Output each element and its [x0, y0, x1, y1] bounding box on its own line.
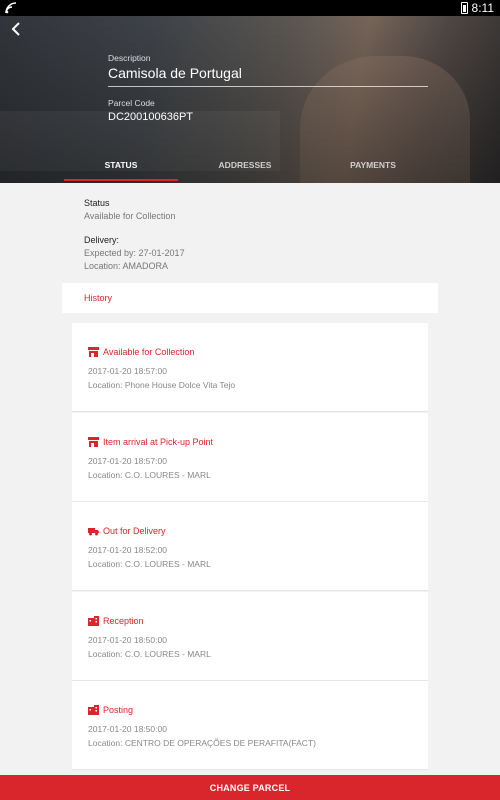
history-item-location: Location: CENTRO DE OPERAÇÕES DE PERAFIT…	[88, 738, 316, 748]
tab-payments-label: PAYMENTS	[350, 160, 396, 170]
battery-icon	[461, 2, 468, 14]
building-icon	[88, 705, 99, 715]
history-item-title: Reception	[103, 616, 144, 626]
history-item: Out for Delivery 2017-01-20 18:52:00 Loc…	[72, 502, 428, 591]
tab-addresses[interactable]: ADDRESSES	[188, 156, 302, 183]
back-arrow-icon[interactable]	[8, 20, 26, 38]
history-item-location: Location: C.O. LOURES - MARL	[88, 649, 211, 659]
active-tab-indicator	[64, 179, 178, 181]
history-item-title: Out for Delivery	[103, 526, 166, 536]
header-hero: Description Camisola de Portugal Parcel …	[0, 16, 500, 183]
description-label: Description	[108, 53, 151, 63]
history-item-date: 2017-01-20 18:57:00	[88, 456, 167, 466]
clock: 8:11	[471, 1, 494, 15]
history-item: Item arrival at Pick-up Point 2017-01-20…	[72, 413, 428, 502]
truck-icon	[88, 528, 99, 536]
history-label: History	[84, 293, 113, 303]
history-item-date: 2017-01-20 18:57:00	[88, 366, 167, 376]
status-heading: Status	[84, 198, 110, 208]
history-item-date: 2017-01-20 18:50:00	[88, 724, 167, 734]
building-icon	[88, 616, 99, 626]
store-icon	[88, 347, 99, 357]
wifi-icon	[5, 2, 17, 14]
history-item: Reception 2017-01-20 18:50:00 Location: …	[72, 592, 428, 681]
tab-addresses-label: ADDRESSES	[218, 160, 272, 170]
history-item-date: 2017-01-20 18:50:00	[88, 635, 167, 645]
parcel-code-value: DC200100636PT	[108, 111, 194, 123]
history-item-date: 2017-01-20 18:52:00	[88, 545, 167, 555]
history-header: History	[62, 283, 438, 313]
history-item-location: Location: C.O. LOURES - MARL	[88, 470, 211, 480]
status-value: Available for Collection	[84, 211, 176, 221]
history-item-title: Available for Collection	[103, 347, 195, 357]
history-item-title: Item arrival at Pick-up Point	[103, 437, 214, 447]
tab-payments[interactable]: PAYMENTS	[316, 156, 430, 183]
history-item-title: Posting	[103, 705, 134, 715]
tab-status-label: STATUS	[104, 160, 138, 170]
history-item-location: Location: C.O. LOURES - MARL	[88, 559, 211, 569]
change-parcel-button[interactable]: CHANGE PARCEL	[0, 775, 500, 800]
tab-bar: STATUS ADDRESSES PAYMENTS	[0, 156, 500, 183]
description-field[interactable]: Camisola de Portugal	[108, 65, 242, 81]
delivery-location: Location: AMADORA	[84, 261, 169, 271]
tab-status[interactable]: STATUS	[64, 156, 178, 183]
history-item: Available for Collection 2017-01-20 18:5…	[72, 323, 428, 412]
history-item: Posting 2017-01-20 18:50:00 Location: CE…	[72, 681, 428, 770]
status-bar: 8:11	[0, 0, 500, 16]
store-icon	[88, 437, 99, 447]
parcel-code-label: Parcel Code	[108, 98, 155, 108]
delivery-expected: Expected by: 27-01-2017	[84, 248, 185, 258]
history-item-location: Location: Phone House Dolce Vita Tejo	[88, 380, 236, 390]
status-info: Status Available for Collection Delivery…	[84, 198, 185, 271]
delivery-heading: Delivery:	[84, 235, 120, 245]
description-underline	[108, 86, 428, 87]
